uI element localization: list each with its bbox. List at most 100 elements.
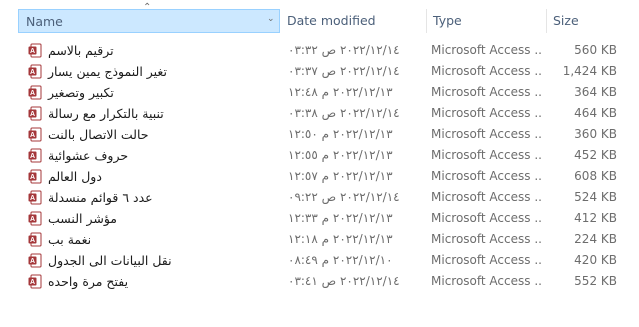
file-date-modified: ٢٠٢٢/١٢/١٤ ص ٠٣:٤١ — [288, 274, 400, 288]
file-row[interactable]: A حروف عشوائية ٢٠٢٢/١٢/١٣ م ١٢:٥٥ Microsoft… — [18, 145, 628, 166]
column-header-date-modified[interactable]: Date modified — [280, 9, 426, 33]
file-type: Microsoft Access ... — [431, 253, 541, 267]
svg-text:A: A — [30, 279, 35, 286]
file-size: 364 KB — [574, 85, 617, 99]
file-date-modified: ٢٠٢٢/١٢/١٤ ص ٠٣:٣٢ — [288, 43, 400, 57]
file-name[interactable]: تغير النموذج يمين يسار — [48, 61, 167, 82]
file-size: 420 KB — [574, 253, 617, 267]
column-header-date-label: Date modified — [287, 13, 376, 28]
column-header-type-label: Type — [433, 13, 462, 28]
column-header-type[interactable]: Type — [426, 9, 546, 33]
access-database-icon: A — [28, 106, 42, 121]
file-size: 608 KB — [574, 169, 617, 183]
file-name[interactable]: دول العالم — [48, 166, 102, 187]
file-row[interactable]: A تغير النموذج يمين يسار ٢٠٢٢/١٢/١٤ ص ٠٣:٣… — [18, 61, 628, 82]
file-row[interactable]: A دول العالم ٢٠٢٢/١٢/١٣ م ١٢:٥٧ Microsoft A… — [18, 166, 628, 187]
column-header-bar: ⌃ Name ⌄ Date modified Type Size — [0, 0, 639, 36]
file-name[interactable]: يفتح مرة واحده — [48, 271, 128, 292]
file-name[interactable]: نقل البيانات الى الجدول — [48, 250, 172, 271]
file-name[interactable]: تكبير وتصغير — [48, 82, 114, 103]
file-size: 360 KB — [574, 127, 617, 141]
file-name[interactable]: عدد ٦ قوائم منسدلة — [48, 187, 153, 208]
file-row[interactable]: A حالت الاتصال بالنت ٢٠٢٢/١٢/١٣ م ١٢:٥٠ Mic… — [18, 124, 628, 145]
file-name-cell: A نقل البيانات الى الجدول — [18, 250, 280, 271]
file-date-modified: ٢٠٢٢/١٢/١٤ ص ٠٩:٢٢ — [288, 190, 400, 204]
file-row[interactable]: A عدد ٦ قوائم منسدلة ٢٠٢٢/١٢/١٤ ص ٠٩:٢٢ Mic… — [18, 187, 628, 208]
svg-text:A: A — [30, 174, 35, 181]
access-database-icon: A — [28, 148, 42, 163]
svg-text:A: A — [30, 111, 35, 118]
file-date-modified: ٢٠٢٢/١٢/١٣ م ١٢:٤٨ — [288, 85, 393, 99]
file-date-modified: ٢٠٢٢/١٢/١٤ ص ٠٣:٣٧ — [288, 64, 400, 78]
svg-text:A: A — [30, 195, 35, 202]
svg-text:A: A — [30, 48, 35, 55]
file-type: Microsoft Access ... — [431, 106, 541, 120]
file-row[interactable]: A تنبية بالتكرار مع رسالة ٢٠٢٢/١٢/١٤ ص ٠٣:… — [18, 103, 628, 124]
file-row[interactable]: A نقل البيانات الى الجدول ٢٠٢٢/١٢/١٠ م ٠٨:… — [18, 250, 628, 271]
file-row[interactable]: A نغمة بب ٢٠٢٢/١٢/١٣ م ١٢:١٨ Microsoft Acce… — [18, 229, 628, 250]
file-name[interactable]: حالت الاتصال بالنت — [48, 124, 149, 145]
file-row[interactable]: A تكبير وتصغير ٢٠٢٢/١٢/١٣ م ١٢:٤٨ Microsoft… — [18, 82, 628, 103]
file-size: 464 KB — [574, 106, 617, 120]
file-name[interactable]: تنبية بالتكرار مع رسالة — [48, 103, 164, 124]
svg-text:A: A — [30, 258, 35, 265]
file-name[interactable]: مؤشر النسب — [48, 208, 117, 229]
access-database-icon: A — [28, 127, 42, 142]
file-type: Microsoft Access ... — [431, 64, 541, 78]
file-name-cell: A دول العالم — [18, 166, 280, 187]
column-header-name[interactable]: Name — [18, 9, 280, 33]
file-name[interactable]: نغمة بب — [48, 229, 91, 250]
file-row[interactable]: A ترقيم بالاسم ٢٠٢٢/١٢/١٤ ص ٠٣:٣٢ Microsoft… — [18, 40, 628, 61]
column-header-size-label: Size — [553, 13, 579, 28]
file-name-cell: A يفتح مرة واحده — [18, 271, 280, 292]
access-database-icon: A — [28, 232, 42, 247]
access-database-icon: A — [28, 274, 42, 289]
file-type: Microsoft Access ... — [431, 127, 541, 141]
file-size: 552 KB — [574, 274, 617, 288]
file-type: Microsoft Access ... — [431, 211, 541, 225]
column-header-name-label: Name — [26, 14, 63, 29]
file-name-cell: A مؤشر النسب — [18, 208, 280, 229]
file-type: Microsoft Access ... — [431, 232, 541, 246]
access-database-icon: A — [28, 43, 42, 58]
chevron-down-icon[interactable]: ⌄ — [267, 14, 275, 24]
file-name-cell: A تكبير وتصغير — [18, 82, 280, 103]
access-database-icon: A — [28, 190, 42, 205]
svg-text:A: A — [30, 216, 35, 223]
svg-text:A: A — [30, 90, 35, 97]
file-type: Microsoft Access ... — [431, 274, 541, 288]
access-database-icon: A — [28, 64, 42, 79]
file-size: 452 KB — [574, 148, 617, 162]
file-name-cell: A ترقيم بالاسم — [18, 40, 280, 61]
file-size: 412 KB — [574, 211, 617, 225]
access-database-icon: A — [28, 211, 42, 226]
file-type: Microsoft Access ... — [431, 43, 541, 57]
file-date-modified: ٢٠٢٢/١٢/١٣ م ١٢:٣٣ — [288, 211, 393, 225]
svg-text:A: A — [30, 69, 35, 76]
file-type: Microsoft Access ... — [431, 169, 541, 183]
svg-text:A: A — [30, 237, 35, 244]
svg-text:A: A — [30, 132, 35, 139]
file-type: Microsoft Access ... — [431, 148, 541, 162]
file-size: 524 KB — [574, 190, 617, 204]
file-name-cell: A حالت الاتصال بالنت — [18, 124, 280, 145]
file-size: 560 KB — [574, 43, 617, 57]
file-name[interactable]: ترقيم بالاسم — [48, 40, 114, 61]
file-type: Microsoft Access ... — [431, 85, 541, 99]
file-row[interactable]: A يفتح مرة واحده ٢٠٢٢/١٢/١٤ ص ٠٣:٤١ Microso… — [18, 271, 628, 292]
file-name-cell: A نغمة بب — [18, 229, 280, 250]
file-date-modified: ٢٠٢٢/١٢/١٠ م ٠٨:٤٩ — [288, 253, 393, 267]
file-type: Microsoft Access ... — [431, 190, 541, 204]
file-name-cell: A عدد ٦ قوائم منسدلة — [18, 187, 280, 208]
file-size: 224 KB — [574, 232, 617, 246]
column-header-size[interactable]: Size — [546, 9, 639, 33]
file-date-modified: ٢٠٢٢/١٢/١٣ م ١٢:٥٠ — [288, 127, 393, 141]
file-name[interactable]: حروف عشوائية — [48, 145, 128, 166]
svg-text:A: A — [30, 153, 35, 160]
file-row[interactable]: A مؤشر النسب ٢٠٢٢/١٢/١٣ م ١٢:٣٣ Microsoft A… — [18, 208, 628, 229]
file-date-modified: ٢٠٢٢/١٢/١٣ م ١٢:٥٥ — [288, 148, 393, 162]
file-name-cell: A حروف عشوائية — [18, 145, 280, 166]
access-database-icon: A — [28, 169, 42, 184]
file-name-cell: A تنبية بالتكرار مع رسالة — [18, 103, 280, 124]
file-date-modified: ٢٠٢٢/١٢/١٣ م ١٢:٥٧ — [288, 169, 393, 183]
